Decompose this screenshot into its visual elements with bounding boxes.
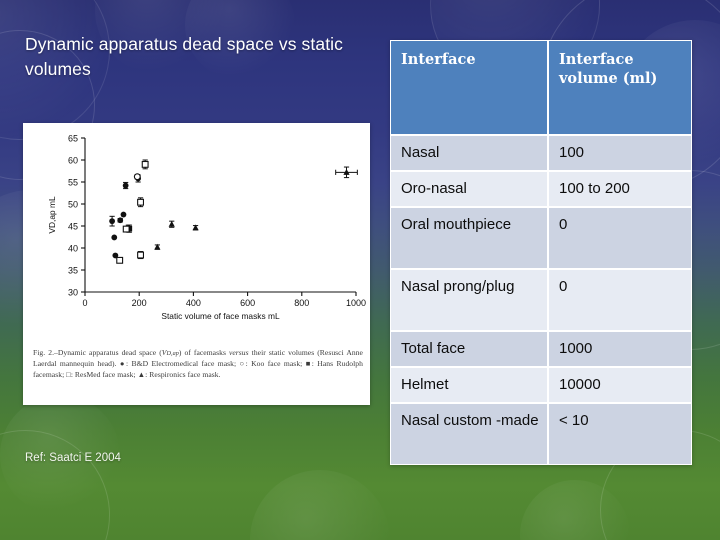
caption-text-1: Fig. 2.–Dynamic apparatus dead space (: [33, 348, 162, 357]
svg-text:0: 0: [82, 298, 87, 308]
scatter-chart: 30 35 40 45 50 55 60 65 0 200 400 600 800 1000 Static …: [23, 126, 370, 341]
cell-interface: Nasal: [390, 135, 548, 171]
slide-title: Dynamic apparatus dead space vs static v…: [25, 34, 343, 79]
cell-interface: Oro-nasal: [390, 171, 548, 207]
series-filled-triangle: [154, 166, 358, 250]
cell-interface: Nasal custom -made: [390, 403, 548, 465]
svg-text:600: 600: [240, 298, 255, 308]
cell-interface: Oral mouthpiece: [390, 207, 548, 269]
svg-text:45: 45: [68, 221, 78, 231]
cell-volume: 0: [548, 269, 692, 331]
figure-caption: Fig. 2.–Dynamic apparatus dead space (VD…: [33, 348, 363, 380]
cell-interface: Total face: [390, 331, 548, 367]
table-row: Nasal custom -made < 10: [390, 403, 692, 465]
table-header: Interface Interface volume (ml): [390, 40, 692, 135]
svg-text:50: 50: [68, 199, 78, 209]
table-body: Nasal 100 Oro-nasal 100 to 200 Oral mouthpie…: [390, 135, 692, 465]
svg-text:30: 30: [68, 287, 78, 297]
svg-text:55: 55: [68, 177, 78, 187]
table-row: Total face 1000: [390, 331, 692, 367]
svg-text:800: 800: [294, 298, 309, 308]
series-open-square: [116, 159, 149, 264]
cell-volume: 0: [548, 207, 692, 269]
svg-text:1000: 1000: [346, 298, 366, 308]
caption-subscript: D,ap: [166, 350, 179, 357]
cell-volume: 1000: [548, 331, 692, 367]
table-row: Nasal 100: [390, 135, 692, 171]
series-filled-circle: [109, 174, 142, 259]
series-open-circle: [133, 173, 141, 181]
caption-text-2: ) of facemasks: [178, 348, 229, 357]
cell-volume: 10000: [548, 367, 692, 403]
svg-text:35: 35: [68, 265, 78, 275]
column-header-interface: Interface: [390, 40, 548, 135]
table-header-row: Interface Interface volume (ml): [390, 40, 692, 135]
table-row: Helmet 10000: [390, 367, 692, 403]
reference-text: Ref: Saatci E 2004: [25, 452, 121, 464]
table-row: Oral mouthpiece 0: [390, 207, 692, 269]
table-row: Nasal prong/plug 0: [390, 269, 692, 331]
chart-render: 30 35 40 45 50 55 60 65 0 200 400 600 800 1000 Static …: [47, 133, 366, 321]
cell-volume: 100 to 200: [548, 171, 692, 207]
cell-volume: < 10: [548, 403, 692, 465]
caption-versus: versus: [228, 348, 249, 357]
svg-text:65: 65: [68, 133, 78, 143]
svg-text:400: 400: [186, 298, 201, 308]
column-header-volume: Interface volume (ml): [548, 40, 692, 135]
svg-text:Static volume of face masks mL: Static volume of face masks mL: [161, 311, 280, 321]
table-row: Oro-nasal 100 to 200: [390, 171, 692, 207]
svg-text:40: 40: [68, 243, 78, 253]
cell-volume: 100: [548, 135, 692, 171]
decorative-bubble: [250, 470, 390, 540]
svg-text:60: 60: [68, 155, 78, 165]
svg-text:200: 200: [132, 298, 147, 308]
cell-interface: Nasal prong/plug: [390, 269, 548, 331]
cell-interface: Helmet: [390, 367, 548, 403]
figure-panel: 30 35 40 45 50 55 60 65 0 200 400 600 800 1000 Static …: [23, 123, 370, 405]
interface-volume-table: Interface Interface volume (ml) Nasal 100…: [390, 40, 692, 465]
svg-text:VD,ap mL: VD,ap mL: [47, 196, 57, 234]
chart-svg: 30 35 40 45 50 55 60 65 0 200 400 600 800 1000 Static …: [47, 133, 366, 321]
